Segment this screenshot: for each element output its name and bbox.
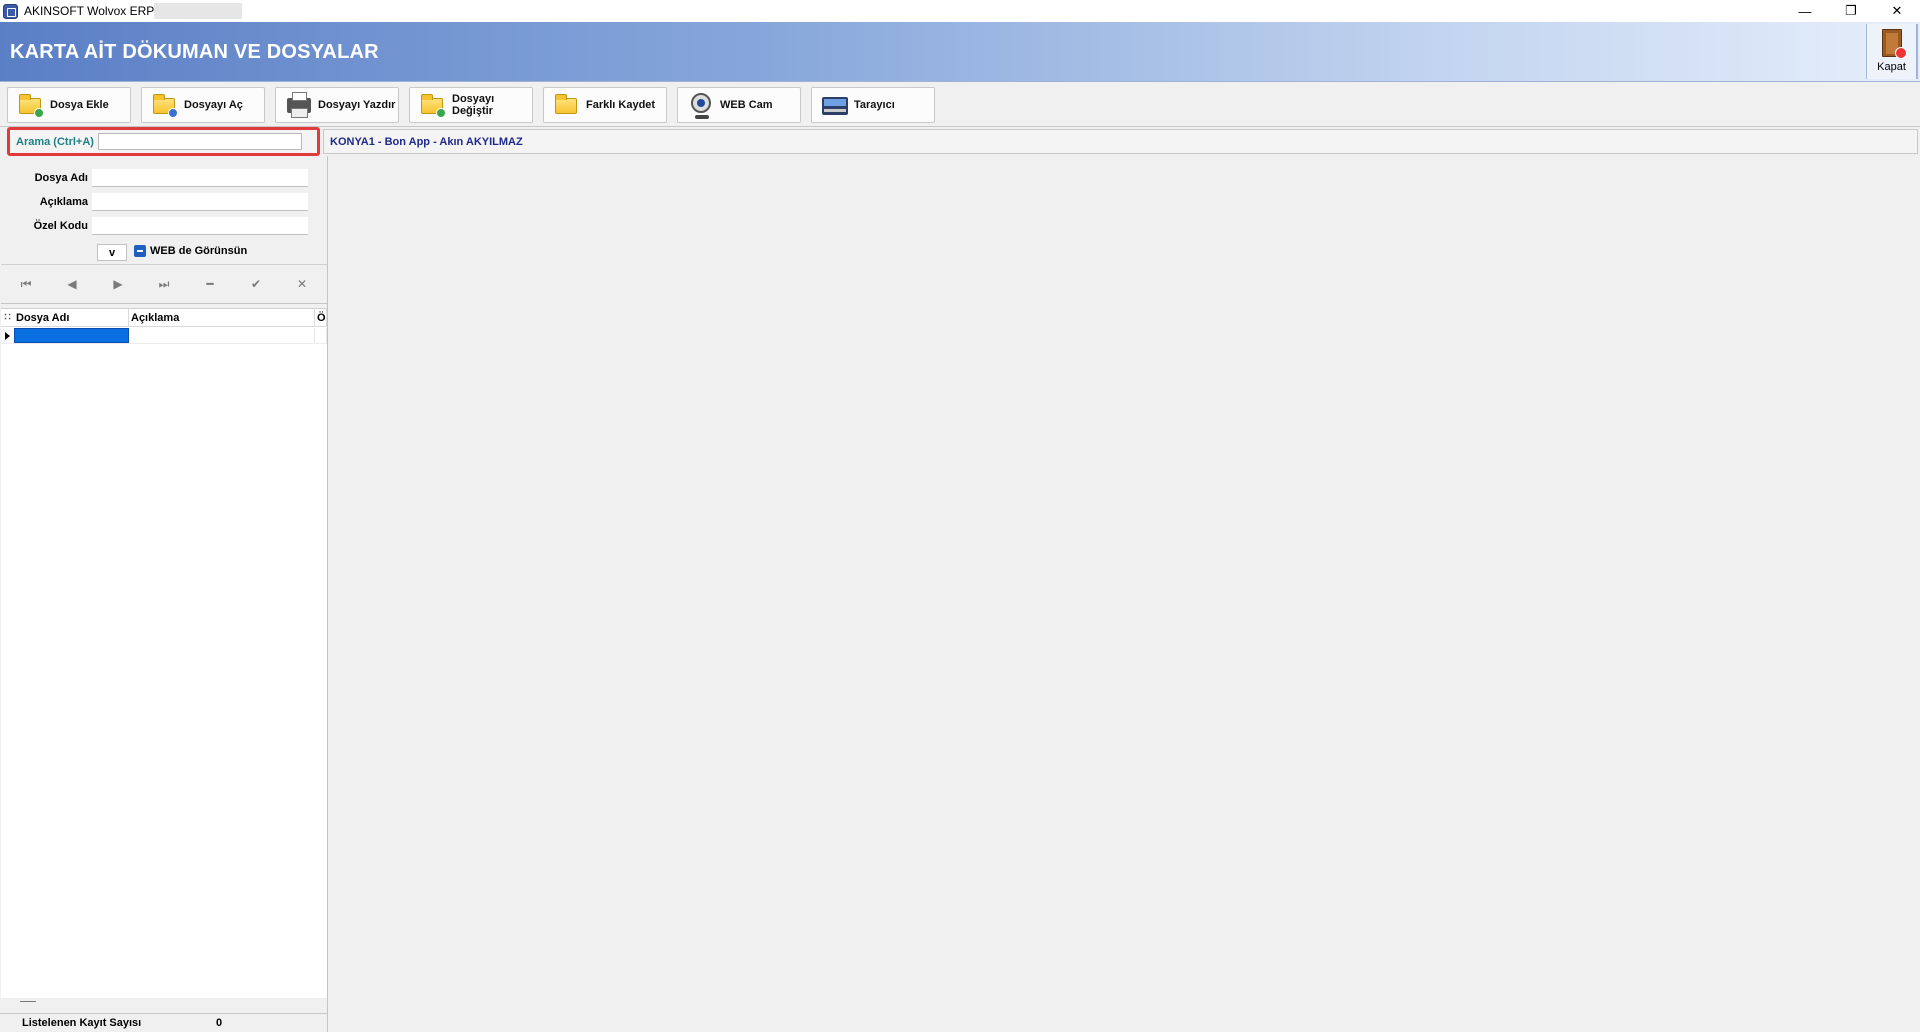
record-count-value: 0 bbox=[216, 1017, 223, 1029]
nav-cancel-button[interactable]: ✕ bbox=[279, 265, 325, 303]
banner-divider bbox=[1916, 24, 1918, 79]
search-input[interactable] bbox=[97, 133, 302, 150]
dosya-adi-field[interactable] bbox=[92, 169, 308, 187]
cell-ozel[interactable] bbox=[315, 328, 327, 343]
web-cam-label: WEB Cam bbox=[720, 99, 773, 111]
save-as-icon bbox=[554, 92, 580, 118]
web-cam-button[interactable]: WEB Cam bbox=[677, 87, 801, 123]
record-info-text: KONYA1 - Bon App - Akın AKYILMAZ bbox=[330, 135, 523, 148]
close-window-button[interactable]: ✕ bbox=[1874, 0, 1920, 22]
checkbox-indeterminate-icon bbox=[134, 245, 146, 257]
tarayici-label: Tarayıcı bbox=[854, 99, 895, 111]
aciklama-field[interactable] bbox=[92, 193, 308, 211]
files-grid[interactable]: ∷ Dosya Adı Açıklama Öz bbox=[1, 308, 327, 998]
search-box: Arama (Ctrl+A) bbox=[7, 127, 320, 156]
aciklama-row: Açıklama bbox=[0, 193, 308, 211]
app-icon bbox=[3, 3, 18, 19]
webcam-icon bbox=[688, 92, 714, 119]
ozel-kodu-label: Özel Kodu bbox=[33, 220, 88, 232]
record-count-bar: Listelenen Kayıt Sayısı 0 bbox=[0, 1013, 328, 1032]
ozel-kodu-row: Özel Kodu bbox=[0, 217, 308, 235]
tarayici-button[interactable]: Tarayıcı bbox=[811, 87, 935, 123]
dosyayi-ac-button[interactable]: Dosyayı Aç bbox=[141, 87, 265, 123]
nav-first-button[interactable]: ⏮ bbox=[3, 265, 49, 303]
aciklama-label: Açıklama bbox=[39, 196, 88, 208]
window-titlebar: AKINSOFT Wolvox ERP — ❐ ✕ bbox=[0, 0, 1920, 22]
kapat-button[interactable]: Kapat bbox=[1866, 24, 1916, 79]
dosya-adi-row: Dosya Adı bbox=[0, 169, 308, 187]
web-gorunsun-label: WEB de Görünsün bbox=[150, 245, 248, 257]
door-exit-icon bbox=[1881, 29, 1907, 59]
left-panel: Dosya Adı Açıklama Özel Kodu v WEB de Gö… bbox=[0, 156, 328, 1032]
nav-delete-button[interactable]: ━ bbox=[187, 265, 233, 303]
grid-header: ∷ Dosya Adı Açıklama Öz bbox=[1, 308, 327, 327]
folder-replace-icon bbox=[420, 92, 446, 118]
kapat-label: Kapat bbox=[1877, 61, 1906, 73]
record-info-bar: KONYA1 - Bon App - Akın AKYILMAZ bbox=[323, 129, 1918, 154]
dosya-adi-label: Dosya Adı bbox=[34, 172, 88, 184]
window-controls: — ❐ ✕ bbox=[1782, 0, 1920, 22]
folder-search-icon bbox=[152, 92, 178, 118]
ozel-kodu-field[interactable] bbox=[92, 217, 308, 235]
dosyayi-degistir-label: Dosyayı Değiştir bbox=[452, 93, 495, 117]
dropdown-button[interactable]: v bbox=[97, 244, 127, 261]
nav-post-button[interactable]: ✔ bbox=[233, 265, 279, 303]
dosyayi-yazdir-button[interactable]: Dosyayı Yazdır bbox=[275, 87, 399, 123]
dosyayi-ac-label: Dosyayı Aç bbox=[184, 99, 243, 111]
table-row[interactable] bbox=[1, 328, 327, 344]
folder-add-icon bbox=[18, 92, 44, 118]
maximize-button[interactable]: ❐ bbox=[1828, 0, 1874, 22]
header-banner: KARTA AİT DÖKUMAN VE DOSYALAR Kapat bbox=[0, 22, 1920, 82]
page-title: KARTA AİT DÖKUMAN VE DOSYALAR bbox=[10, 41, 379, 63]
dosyayi-yazdir-label: Dosyayı Yazdır bbox=[318, 99, 396, 111]
redacted-title-suffix bbox=[154, 3, 243, 19]
record-navigator: ⏮ ◀ ▶ ⏭ ━ ✔ ✕ bbox=[1, 264, 327, 304]
dosya-ekle-button[interactable]: Dosya Ekle bbox=[7, 87, 131, 123]
scanner-icon bbox=[822, 92, 848, 118]
nav-next-button[interactable]: ▶ bbox=[95, 265, 141, 303]
row-indicator-icon bbox=[1, 332, 14, 340]
cell-dosya-adi[interactable] bbox=[14, 328, 129, 343]
nav-prior-button[interactable]: ◀ bbox=[49, 265, 95, 303]
farkli-kaydet-label: Farklı Kaydet bbox=[586, 99, 656, 111]
column-chooser-icon[interactable]: ∷ bbox=[1, 312, 14, 323]
panel-splitter[interactable] bbox=[20, 1001, 36, 1002]
cell-aciklama[interactable] bbox=[129, 328, 315, 343]
dosyayi-degistir-button[interactable]: Dosyayı Değiştir bbox=[409, 87, 533, 123]
column-header-ozel[interactable]: Öz bbox=[315, 308, 327, 327]
nav-last-button[interactable]: ⏭ bbox=[141, 265, 187, 303]
record-count-label: Listelenen Kayıt Sayısı bbox=[22, 1017, 142, 1029]
column-header-aciklama[interactable]: Açıklama bbox=[129, 308, 315, 327]
toolbar: Dosya Ekle Dosyayı Aç Dosyayı Yazdır Dos… bbox=[0, 83, 1920, 127]
column-header-dosya-adi[interactable]: Dosya Adı bbox=[14, 308, 129, 327]
window-title: AKINSOFT Wolvox ERP bbox=[24, 4, 155, 18]
minimize-button[interactable]: — bbox=[1782, 0, 1828, 22]
printer-icon bbox=[286, 92, 312, 118]
farkli-kaydet-button[interactable]: Farklı Kaydet bbox=[543, 87, 667, 123]
web-gorunsun-checkbox[interactable]: WEB de Görünsün bbox=[134, 245, 247, 257]
search-label: Arama (Ctrl+A) bbox=[16, 135, 94, 148]
dosya-ekle-label: Dosya Ekle bbox=[50, 99, 109, 111]
